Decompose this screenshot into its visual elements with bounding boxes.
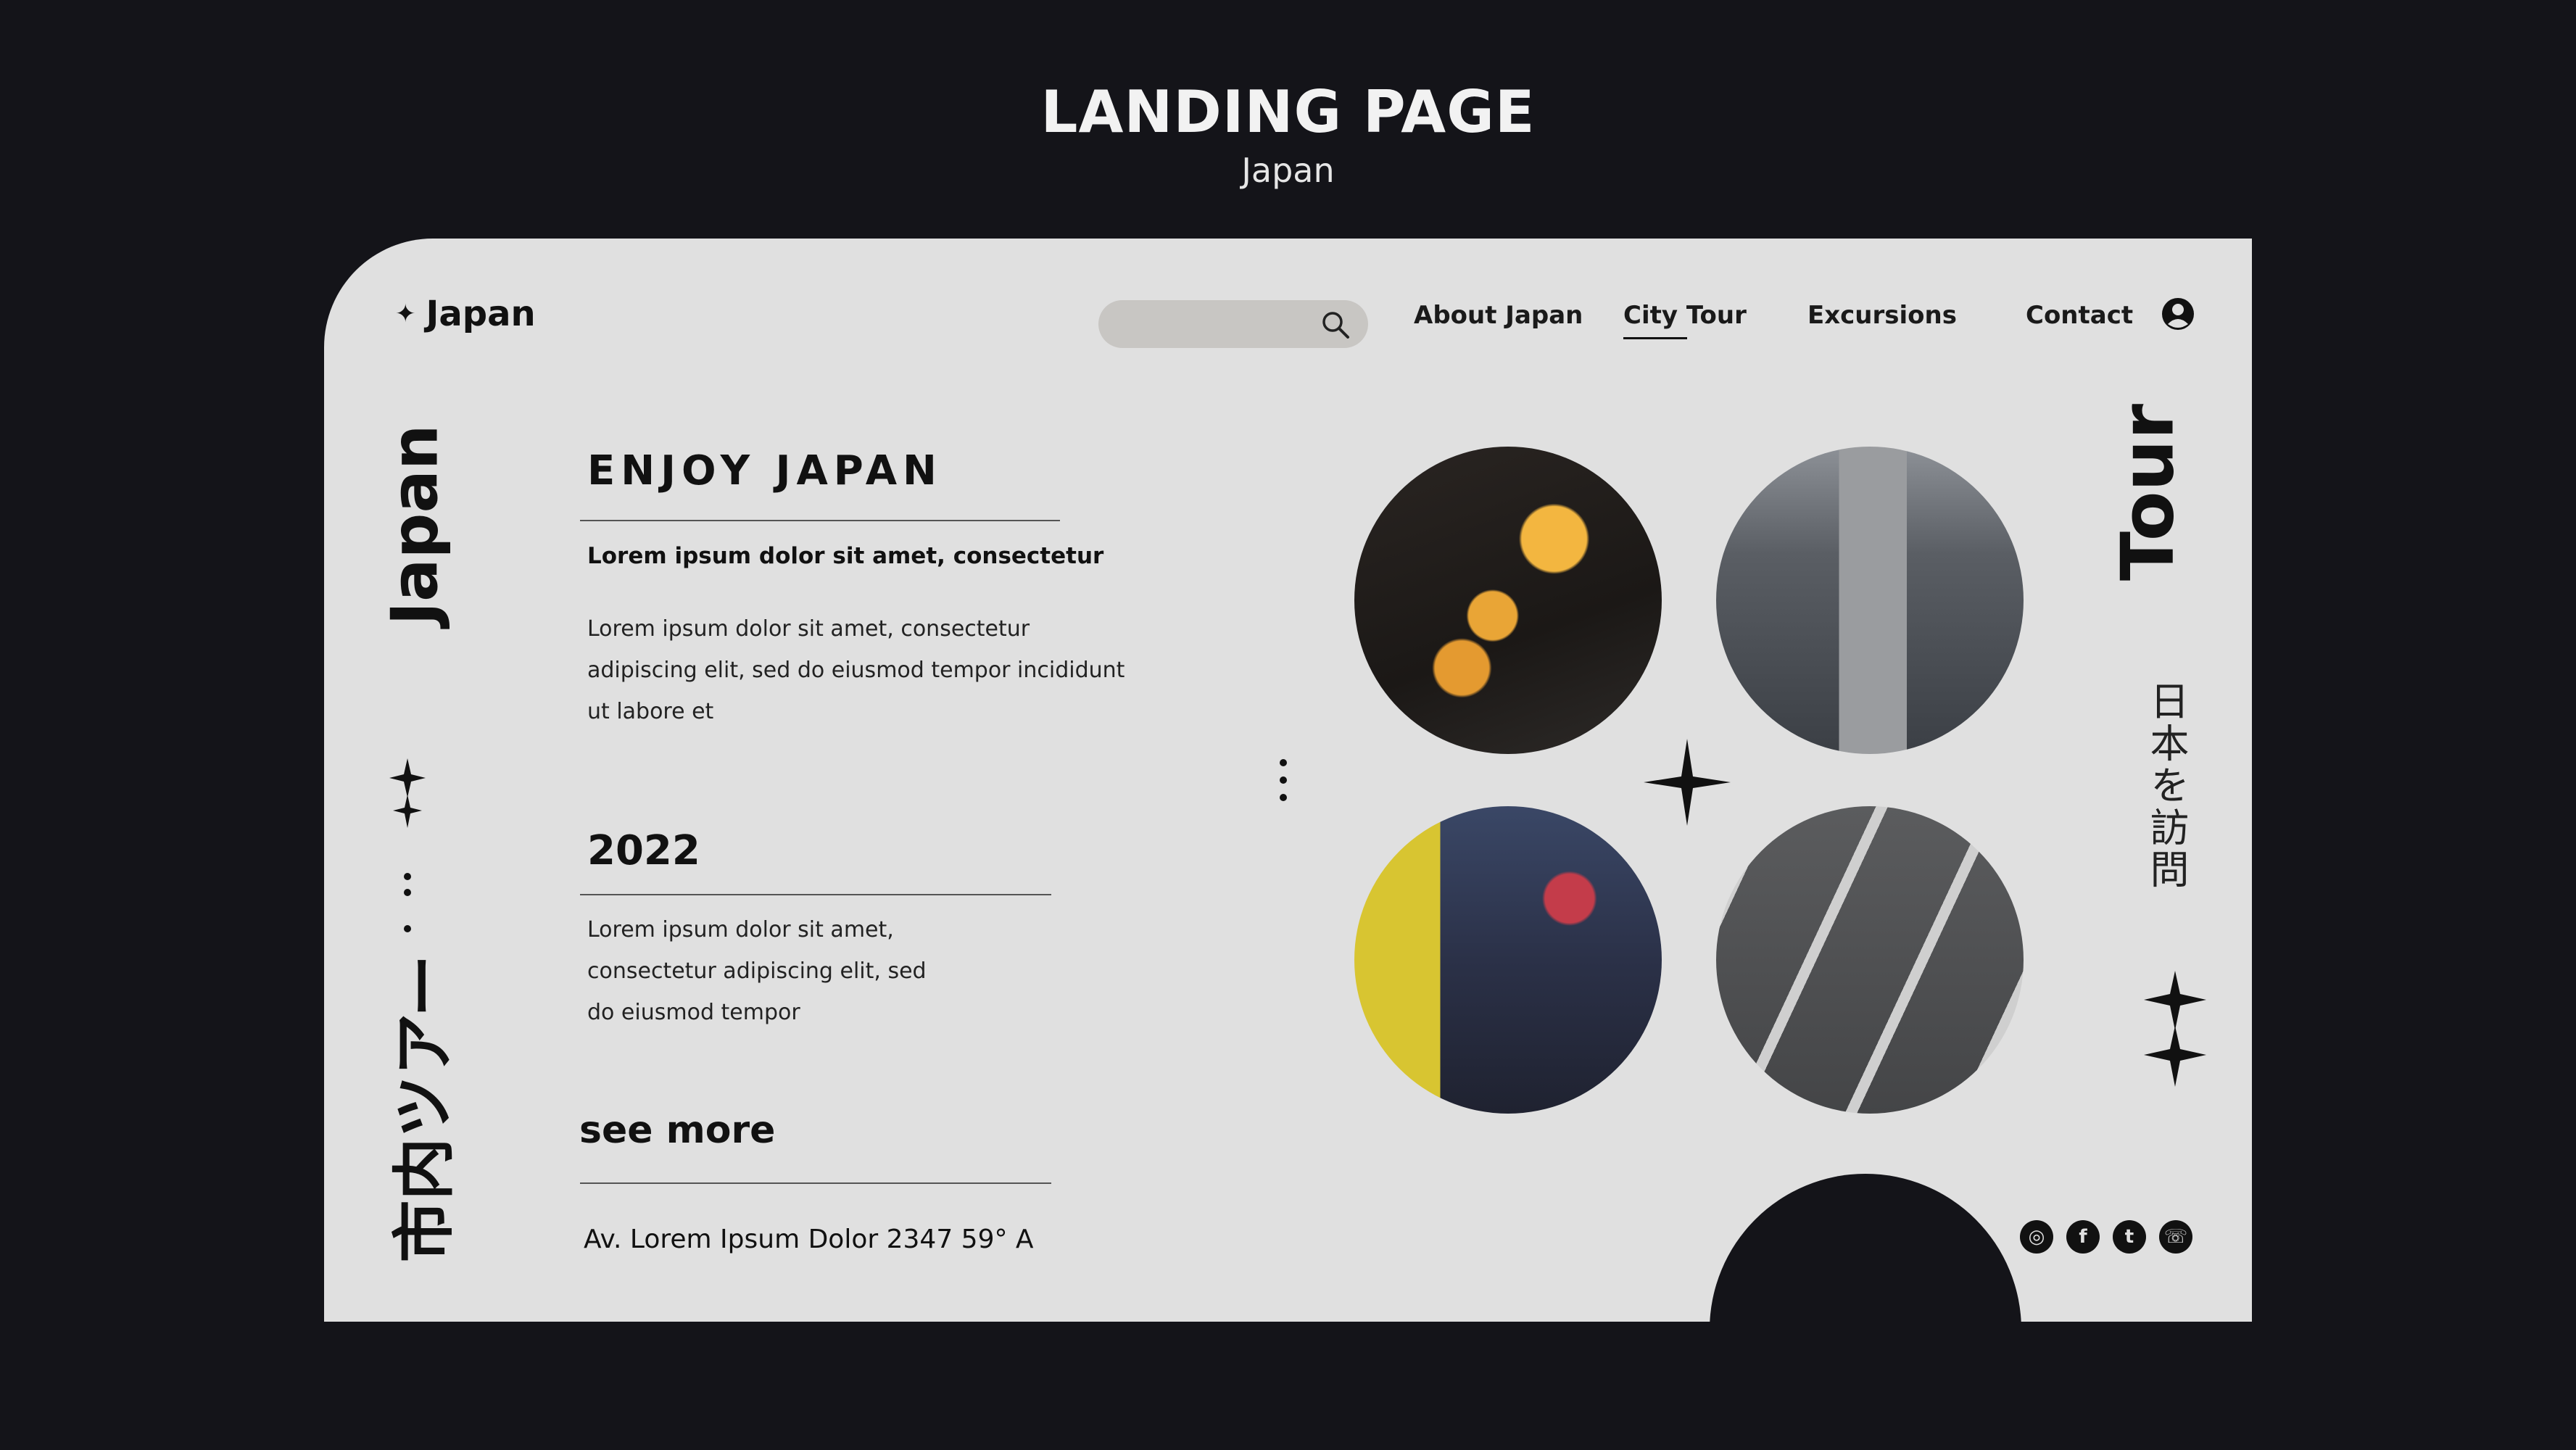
whatsapp-icon[interactable]: ☏ — [2159, 1220, 2192, 1254]
dot — [404, 889, 411, 896]
section-paragraph: Lorem ipsum dolor sit amet, consectetur … — [587, 608, 1125, 732]
divider — [580, 1182, 1051, 1184]
nav-active-underline — [1623, 337, 1687, 339]
dot — [1280, 759, 1287, 766]
vertical-visit-japan-kanji: 日本を訪問 — [2143, 681, 2189, 891]
paragraph-line: consectetur adipiscing elit, sed — [587, 958, 927, 984]
paragraph-line: ut labore et — [587, 699, 714, 724]
dot — [1280, 794, 1287, 801]
sparkle-icon — [1644, 739, 1731, 826]
year-heading: 2022 — [587, 827, 700, 874]
sparkle-icon — [389, 758, 426, 828]
search-input[interactable] — [1098, 300, 1368, 348]
paragraph-line: Lorem ipsum dolor sit amet, consectetur — [587, 616, 1030, 642]
logo-text: Japan — [426, 294, 536, 334]
nav-excursions[interactable]: Excursions — [1807, 301, 1957, 330]
night-street-photo[interactable] — [1354, 806, 1662, 1114]
twitter-icon[interactable]: t — [2113, 1220, 2146, 1254]
year-paragraph: Lorem ipsum dolor sit amet, consectetur … — [587, 909, 927, 1033]
instagram-icon[interactable]: ◎ — [2020, 1220, 2053, 1254]
page-subtitle: Japan — [1241, 151, 1335, 190]
user-circle-icon[interactable] — [2161, 297, 2195, 331]
nav-contact[interactable]: Contact — [2026, 301, 2133, 330]
vertical-tour-label: Tour — [2105, 403, 2190, 581]
street-crossing-photo[interactable] — [1716, 447, 2024, 754]
card-notch — [1710, 1174, 2021, 1322]
page-title: LANDING PAGE — [1040, 78, 1536, 146]
lanterns-photo[interactable] — [1354, 447, 1662, 754]
sparkle-icon: ✦ — [395, 299, 416, 328]
section-heading: ENJOY JAPAN — [587, 447, 943, 494]
divider — [580, 520, 1060, 521]
facebook-icon[interactable]: f — [2066, 1220, 2100, 1254]
dot — [404, 873, 411, 880]
nav-about-japan[interactable]: About Japan — [1414, 301, 1583, 330]
see-more-link[interactable]: see more — [579, 1109, 775, 1152]
nav-city-tour[interactable]: City Tour — [1623, 301, 1747, 330]
paragraph-line: adipiscing elit, sed do eiusmod tempor i… — [587, 658, 1125, 683]
section-subheading: Lorem ipsum dolor sit amet, consectetur — [587, 543, 1104, 569]
address-text: Av. Lorem Ipsum Dolor 2347 59° A — [584, 1225, 1034, 1254]
search-icon[interactable] — [1320, 310, 1351, 340]
dot — [1280, 776, 1287, 784]
vertical-japan-label: Japan — [377, 424, 452, 626]
paragraph-line: Lorem ipsum dolor sit amet, — [587, 917, 894, 942]
vertical-city-tour-kana: 市内ツアー — [388, 954, 461, 1263]
paragraph-line: do eiusmod tempor — [587, 1000, 800, 1025]
divider — [580, 894, 1051, 895]
site-logo[interactable]: ✦ Japan — [395, 294, 536, 334]
sparkle-icon — [2144, 971, 2206, 1087]
landing-card: ✦ Japan About Japan City Tour Excursions… — [324, 239, 2252, 1322]
dot — [404, 925, 411, 932]
road-markings-photo[interactable] — [1716, 806, 2024, 1114]
